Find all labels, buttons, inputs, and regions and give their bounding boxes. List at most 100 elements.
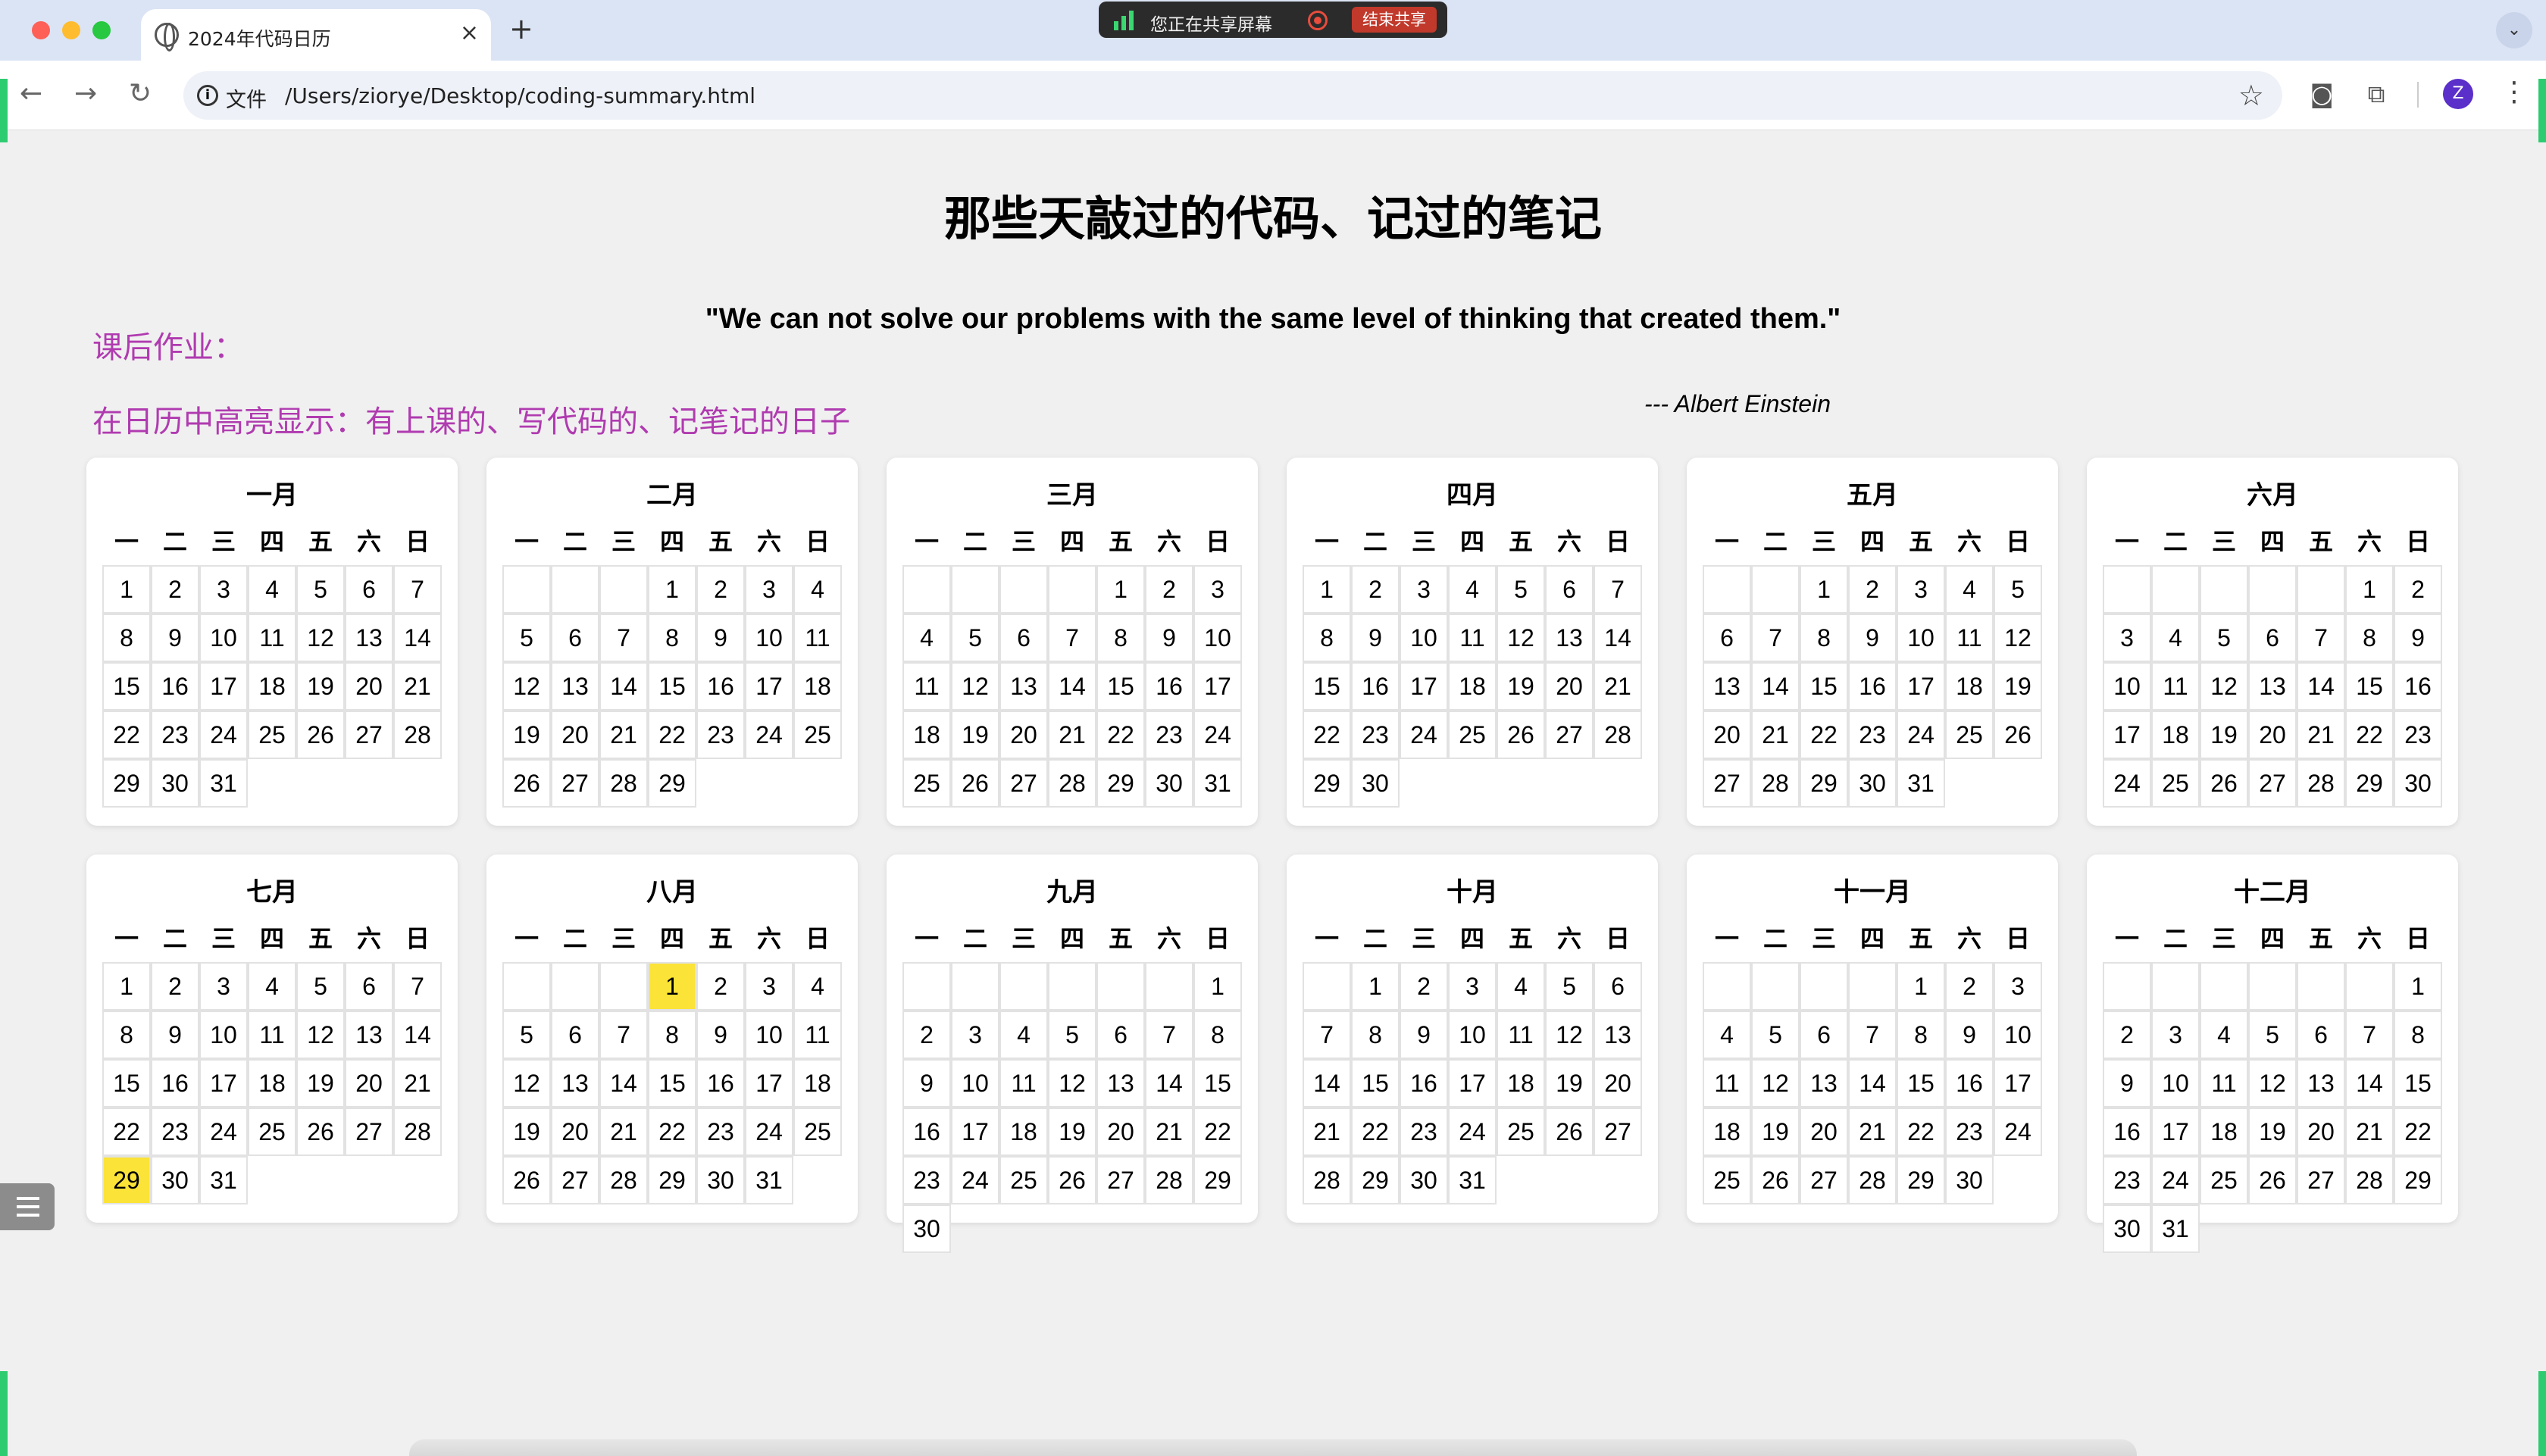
day-cell[interactable]: 19	[1545, 1059, 1594, 1108]
day-cell[interactable]: 5	[951, 614, 999, 662]
day-cell[interactable]: 2	[696, 565, 745, 614]
day-cell[interactable]: 21	[1594, 662, 1642, 711]
day-cell[interactable]: 11	[248, 614, 296, 662]
day-cell[interactable]: 9	[1145, 614, 1193, 662]
day-cell[interactable]: 3	[1448, 962, 1497, 1011]
day-cell[interactable]: 10	[1897, 614, 1945, 662]
day-cell[interactable]: 1	[1193, 962, 1242, 1011]
day-cell[interactable]: 27	[551, 759, 599, 808]
address-bar[interactable]: i 文件 /Users/ziorye/Desktop/coding-summar…	[183, 71, 2282, 120]
day-cell[interactable]: 10	[199, 614, 248, 662]
day-cell[interactable]: 11	[999, 1059, 1048, 1108]
day-cell[interactable]: 9	[151, 1011, 199, 1059]
day-cell[interactable]: 29	[1096, 759, 1145, 808]
day-cell[interactable]: 10	[2103, 662, 2151, 711]
profile-avatar[interactable]: Z	[2443, 79, 2473, 109]
day-cell[interactable]: 7	[393, 565, 442, 614]
day-cell[interactable]: 28	[393, 1108, 442, 1156]
day-cell[interactable]: 11	[2151, 662, 2200, 711]
day-cell[interactable]: 4	[793, 962, 842, 1011]
day-cell[interactable]: 5	[1497, 565, 1545, 614]
day-cell[interactable]: 8	[2394, 1011, 2442, 1059]
day-cell[interactable]: 22	[1303, 711, 1351, 759]
day-cell[interactable]: 2	[1351, 565, 1400, 614]
day-cell[interactable]: 16	[2394, 662, 2442, 711]
day-cell[interactable]: 28	[1848, 1156, 1897, 1204]
day-cell[interactable]: 28	[599, 759, 648, 808]
day-cell[interactable]: 19	[1497, 662, 1545, 711]
day-cell[interactable]: 12	[951, 662, 999, 711]
day-cell[interactable]: 16	[2103, 1108, 2151, 1156]
day-cell[interactable]: 10	[1448, 1011, 1497, 1059]
day-cell[interactable]: 20	[551, 1108, 599, 1156]
day-cell[interactable]: 26	[2248, 1156, 2297, 1204]
day-cell[interactable]: 26	[1048, 1156, 1096, 1204]
day-cell[interactable]: 10	[1193, 614, 1242, 662]
day-cell[interactable]: 7	[2345, 1011, 2394, 1059]
day-cell[interactable]: 14	[1048, 662, 1096, 711]
day-cell[interactable]: 3	[2103, 614, 2151, 662]
day-cell[interactable]: 18	[793, 662, 842, 711]
day-cell[interactable]: 7	[599, 614, 648, 662]
day-cell[interactable]: 9	[696, 614, 745, 662]
day-cell[interactable]: 17	[1897, 662, 1945, 711]
day-cell[interactable]: 20	[345, 1059, 393, 1108]
day-cell[interactable]: 13	[1800, 1059, 1848, 1108]
day-cell[interactable]: 24	[2103, 759, 2151, 808]
day-cell[interactable]: 21	[1145, 1108, 1193, 1156]
maximize-window-button[interactable]	[92, 21, 111, 39]
day-cell[interactable]: 24	[745, 711, 793, 759]
day-cell[interactable]: 11	[2200, 1059, 2248, 1108]
day-cell[interactable]: 12	[1545, 1011, 1594, 1059]
day-cell[interactable]: 13	[345, 1011, 393, 1059]
day-cell[interactable]: 6	[1703, 614, 1751, 662]
day-cell[interactable]: 19	[1751, 1108, 1800, 1156]
day-cell[interactable]: 17	[745, 1059, 793, 1108]
day-cell[interactable]: 17	[2151, 1108, 2200, 1156]
close-tab-icon[interactable]: ×	[460, 20, 479, 47]
forward-arrow-icon[interactable]: →	[74, 77, 97, 111]
day-cell[interactable]: 14	[599, 1059, 648, 1108]
day-cell[interactable]: 26	[1751, 1156, 1800, 1204]
day-cell[interactable]: 14	[393, 1011, 442, 1059]
day-cell[interactable]: 1	[1303, 565, 1351, 614]
day-cell[interactable]: 20	[551, 711, 599, 759]
day-cell[interactable]: 20	[999, 711, 1048, 759]
day-cell[interactable]: 2	[151, 962, 199, 1011]
day-cell[interactable]: 5	[1048, 1011, 1096, 1059]
day-cell[interactable]: 17	[199, 662, 248, 711]
day-cell[interactable]: 28	[393, 711, 442, 759]
day-cell[interactable]: 18	[248, 662, 296, 711]
day-cell[interactable]: 24	[199, 1108, 248, 1156]
day-cell[interactable]: 24	[745, 1108, 793, 1156]
day-cell[interactable]: 15	[1096, 662, 1145, 711]
day-cell[interactable]: 12	[502, 1059, 551, 1108]
day-cell[interactable]: 26	[502, 1156, 551, 1204]
minimize-window-button[interactable]	[62, 21, 80, 39]
day-cell[interactable]: 24	[1400, 711, 1448, 759]
day-cell[interactable]: 12	[2248, 1059, 2297, 1108]
day-cell[interactable]: 30	[151, 1156, 199, 1204]
day-cell[interactable]: 22	[1193, 1108, 1242, 1156]
day-cell[interactable]: 15	[1897, 1059, 1945, 1108]
day-cell[interactable]: 7	[1594, 565, 1642, 614]
day-cell[interactable]: 9	[902, 1059, 951, 1108]
day-cell[interactable]: 18	[793, 1059, 842, 1108]
day-cell[interactable]: 24	[1193, 711, 1242, 759]
day-cell[interactable]: 21	[2297, 711, 2345, 759]
day-cell[interactable]: 28	[1594, 711, 1642, 759]
day-cell[interactable]: 12	[502, 662, 551, 711]
day-cell[interactable]: 4	[1497, 962, 1545, 1011]
day-cell[interactable]: 4	[248, 565, 296, 614]
day-cell[interactable]: 14	[1145, 1059, 1193, 1108]
day-cell[interactable]: 29	[2345, 759, 2394, 808]
day-cell[interactable]: 2	[151, 565, 199, 614]
day-cell[interactable]: 9	[1848, 614, 1897, 662]
day-cell[interactable]: 23	[1145, 711, 1193, 759]
day-cell[interactable]: 31	[745, 1156, 793, 1204]
day-cell[interactable]: 17	[199, 1059, 248, 1108]
day-cell[interactable]: 2	[696, 962, 745, 1011]
day-cell[interactable]: 21	[393, 662, 442, 711]
day-cell[interactable]: 30	[1848, 759, 1897, 808]
day-cell[interactable]: 19	[502, 1108, 551, 1156]
